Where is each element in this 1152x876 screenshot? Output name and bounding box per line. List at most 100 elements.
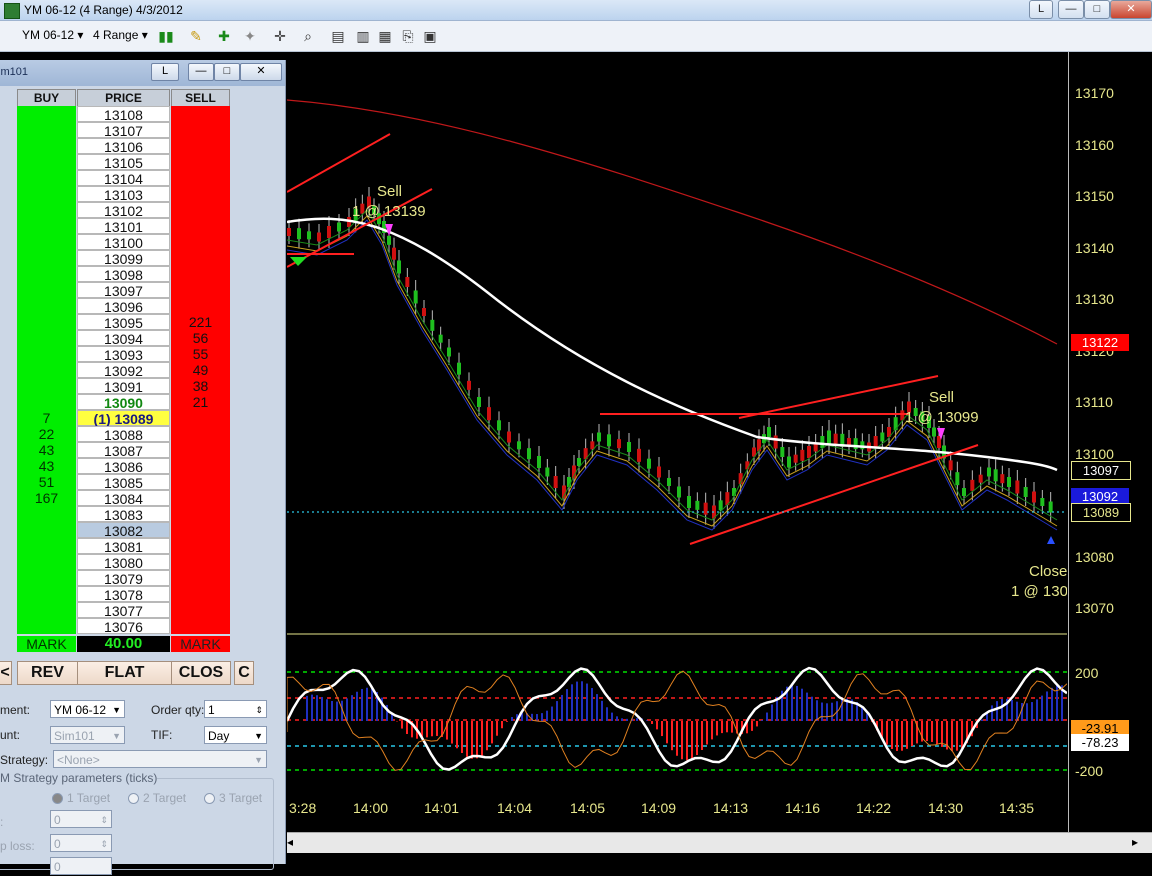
price-cell[interactable]: 13084 xyxy=(77,490,170,507)
price-cell[interactable]: 13105 xyxy=(77,154,170,171)
instrument-select[interactable]: YM 06-12 ▼ xyxy=(50,700,125,718)
sell-cell[interactable] xyxy=(171,506,230,522)
bar-type-icon[interactable]: ▮▮ xyxy=(158,28,174,44)
price-cell[interactable]: 13088 xyxy=(77,426,170,443)
price-cell[interactable]: 13092 xyxy=(77,362,170,379)
price-cell[interactable]: 13076 xyxy=(77,618,170,635)
sell-cell[interactable] xyxy=(171,602,230,618)
price-cell[interactable]: 13083 xyxy=(77,506,170,523)
buy-cell[interactable]: 7 xyxy=(17,410,76,426)
buy-cell[interactable] xyxy=(17,506,76,522)
sell-cell[interactable]: 221 xyxy=(171,314,230,330)
buy-cell[interactable] xyxy=(17,330,76,346)
sell-cell[interactable] xyxy=(171,538,230,554)
buy-cell[interactable]: 22 xyxy=(17,426,76,442)
sell-cell[interactable] xyxy=(171,202,230,218)
instrument-selector[interactable]: YM 06-12 ▾ xyxy=(22,28,83,42)
sell-cell[interactable] xyxy=(171,186,230,202)
zoom-icon[interactable]: ⌕ xyxy=(300,28,316,44)
tif-select[interactable]: Day ▼ xyxy=(204,726,267,744)
price-cell[interactable]: 13107 xyxy=(77,122,170,139)
sell-cell[interactable] xyxy=(171,522,230,538)
buy-cell[interactable] xyxy=(17,170,76,186)
sell-cell[interactable] xyxy=(171,474,230,490)
price-cell[interactable]: 13079 xyxy=(77,570,170,587)
strategy-select[interactable]: <None> ▼ xyxy=(53,750,267,768)
interval-selector[interactable]: 4 Range ▾ xyxy=(93,28,148,42)
buy-cell[interactable] xyxy=(17,618,76,634)
price-cell[interactable]: 13093 xyxy=(77,346,170,363)
buy-cell[interactable] xyxy=(17,202,76,218)
sell-cell[interactable]: 38 xyxy=(171,378,230,394)
price-cell[interactable]: 13085 xyxy=(77,474,170,491)
sell-cell[interactable] xyxy=(171,298,230,314)
spinner-icon[interactable]: ⇕ xyxy=(100,835,108,853)
price-cell[interactable]: 13104 xyxy=(77,170,170,187)
buy-cell[interactable] xyxy=(17,218,76,234)
pencil-icon[interactable]: ✎ xyxy=(188,28,204,44)
spinner-icon[interactable]: ⇕ xyxy=(100,811,108,829)
strategies-icon[interactable]: ▦ xyxy=(377,28,393,44)
crosshair-icon[interactable]: ✛ xyxy=(272,28,288,44)
price-chart[interactable]: Sell 1 @ 13139 Sell 1 @ 13099 Close 1 @ 130 xyxy=(287,52,1067,820)
scroll-left-icon[interactable]: ◂ xyxy=(287,835,303,850)
dom-maximize-button[interactable]: □ xyxy=(214,63,240,81)
price-cell[interactable]: 13097 xyxy=(77,282,170,299)
dom-close-button[interactable]: ✕ xyxy=(240,63,282,81)
price-cell[interactable]: 13096 xyxy=(77,298,170,315)
buy-cell[interactable] xyxy=(17,106,76,122)
price-cell[interactable]: 13099 xyxy=(77,250,170,267)
stop-loss-input[interactable]: 0 ⇕ xyxy=(50,834,112,852)
price-cell[interactable]: 13103 xyxy=(77,186,170,203)
sell-cell[interactable] xyxy=(171,490,230,506)
sell-cell[interactable] xyxy=(171,426,230,442)
mark-buy[interactable]: MARK xyxy=(17,636,76,652)
buy-cell[interactable] xyxy=(17,554,76,570)
buy-cell[interactable] xyxy=(17,346,76,362)
price-cell[interactable]: 13080 xyxy=(77,554,170,571)
price-cell[interactable]: (1) 13089 xyxy=(77,410,170,427)
price-cell[interactable]: 13077 xyxy=(77,602,170,619)
sell-cell[interactable] xyxy=(171,218,230,234)
buy-cell[interactable]: 167 xyxy=(17,490,76,506)
sell-cell[interactable] xyxy=(171,122,230,138)
account-select[interactable]: Sim101 ▼ xyxy=(50,726,125,744)
sell-cell[interactable] xyxy=(171,170,230,186)
flatten-button[interactable]: FLAT xyxy=(77,661,172,685)
order-qty-input[interactable]: 1 ⇕ xyxy=(204,700,267,718)
buy-cell[interactable]: 43 xyxy=(17,458,76,474)
buy-cell[interactable] xyxy=(17,298,76,314)
sell-cell[interactable]: 56 xyxy=(171,330,230,346)
dom-minimize-button[interactable]: — xyxy=(188,63,214,81)
data-series-icon[interactable]: ▤ xyxy=(330,28,346,44)
buy-cell[interactable] xyxy=(17,602,76,618)
sell-cell[interactable] xyxy=(171,458,230,474)
price-cell[interactable]: 13086 xyxy=(77,458,170,475)
maximize-button[interactable]: □ xyxy=(1084,0,1110,19)
price-cell[interactable]: 13106 xyxy=(77,138,170,155)
price-cell[interactable]: 13091 xyxy=(77,378,170,395)
minimize-button[interactable]: — xyxy=(1058,0,1084,19)
price-cell[interactable]: 13087 xyxy=(77,442,170,459)
radio-3-target[interactable] xyxy=(204,793,215,804)
sell-cell[interactable] xyxy=(171,106,230,122)
scroll-right-icon[interactable]: ▸ xyxy=(1132,835,1148,850)
copy-icon[interactable]: ⎘ xyxy=(400,28,416,44)
properties-icon[interactable]: ▣ xyxy=(422,28,438,44)
sell-cell[interactable] xyxy=(171,266,230,282)
mark-sell[interactable]: MARK xyxy=(171,636,230,652)
sell-cell[interactable] xyxy=(171,138,230,154)
price-cell[interactable]: 13102 xyxy=(77,202,170,219)
sell-cell[interactable]: 55 xyxy=(171,346,230,362)
sell-cell[interactable] xyxy=(171,618,230,634)
buy-cell[interactable] xyxy=(17,266,76,282)
price-cell[interactable]: 13098 xyxy=(77,266,170,283)
sell-cell[interactable]: 49 xyxy=(171,362,230,378)
sell-cell[interactable] xyxy=(171,554,230,570)
buy-cell[interactable] xyxy=(17,234,76,250)
buy-cell[interactable] xyxy=(17,250,76,266)
buy-cell[interactable] xyxy=(17,538,76,554)
price-cell[interactable]: 13078 xyxy=(77,586,170,603)
sell-cell[interactable] xyxy=(171,570,230,586)
buy-cell[interactable] xyxy=(17,138,76,154)
